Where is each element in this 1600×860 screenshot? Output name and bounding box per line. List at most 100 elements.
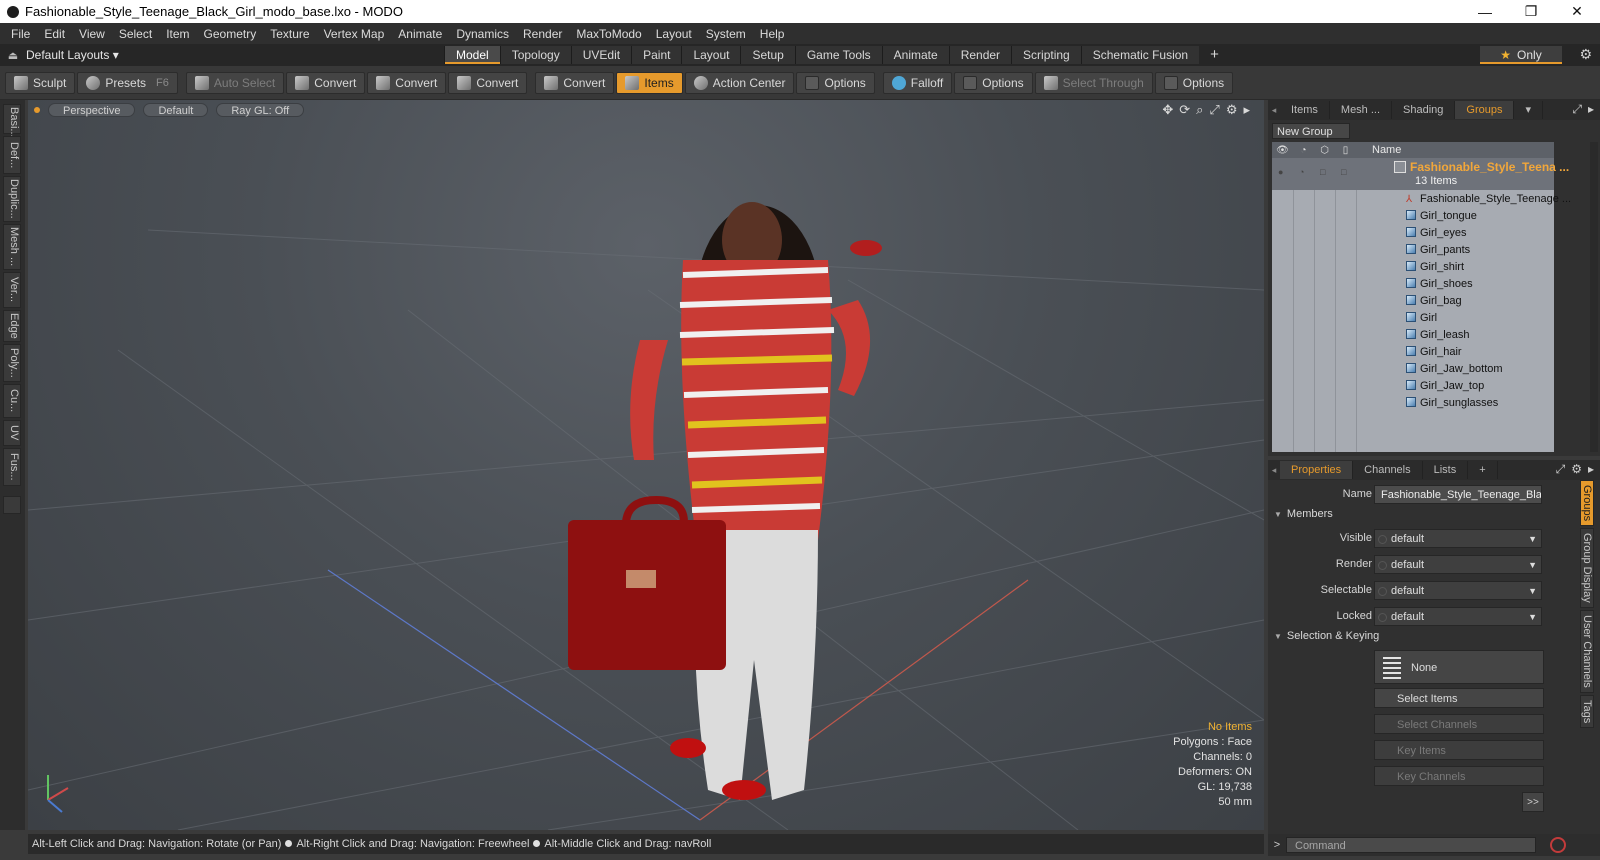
group-row[interactable]: ● ◔ □ □ Fashionable_Style_Teena ... 13 I… [1272,158,1569,190]
gear-icon[interactable]: ⚙ [1579,46,1592,63]
menu-dynamics[interactable]: Dynamics [449,27,516,41]
shading-dropdown[interactable]: Default [143,103,209,117]
3d-viewport[interactable]: Perspective Default Ray GL: Off ✥ ⟳ ⌕ ⤢ … [28,100,1264,830]
tab-groups[interactable]: Groups [1455,101,1515,119]
tab-scripting[interactable]: Scripting [1011,46,1081,64]
fit-icon[interactable]: ⤢ [1209,102,1219,118]
record-macro-icon[interactable] [1550,837,1566,853]
default-layouts-dropdown[interactable]: Default Layouts ▾ [26,48,129,62]
menu-geometry[interactable]: Geometry [197,27,264,41]
tab-mesh-edit[interactable]: Mesh ... [3,224,21,270]
panel-arrow-icon[interactable]: ▸ [1588,102,1594,117]
tab-deform[interactable]: Def... [3,136,21,174]
tab-polygon[interactable]: Poly... [3,344,21,382]
tab-channels[interactable]: Channels [1353,461,1423,479]
key-channels-button[interactable]: Key Channels [1374,766,1544,786]
select-column-icon[interactable]: ⬡ [1314,145,1335,156]
tree-item-girl-jaw-bottom[interactable]: Girl_Jaw_bottom [1272,360,1554,377]
close-button[interactable]: ✕ [1554,0,1600,23]
minimize-button[interactable]: — [1462,0,1508,23]
tab-uvedit[interactable]: UVEdit [570,46,632,64]
menu-view[interactable]: View [72,27,112,41]
menu-item[interactable]: Item [159,27,196,41]
tab-model[interactable]: Model [444,46,500,64]
render-icon[interactable]: ◔ [1299,167,1304,177]
tab-extra-toggle[interactable] [3,496,21,514]
pan-icon[interactable]: ✥ [1162,102,1173,118]
add-panel-tab-button[interactable]: + [1468,461,1498,479]
items-mode-button[interactable]: Items [616,71,683,94]
tree-item-girl-bag[interactable]: Girl_bag [1272,292,1554,309]
menu-select[interactable]: Select [112,27,159,41]
tab-edge[interactable]: Edge [3,310,21,342]
tree-item-girl-sunglasses[interactable]: Girl_sunglasses [1272,394,1554,411]
menu-vertex-map[interactable]: Vertex Map [317,27,392,41]
tree-item-girl[interactable]: Girl [1272,309,1554,326]
panel-arrow-icon[interactable]: ▸ [1588,462,1594,477]
menu-layout[interactable]: Layout [649,27,699,41]
add-tab-button[interactable]: + [1199,46,1230,64]
tab-properties[interactable]: Properties [1280,461,1354,479]
expand-icon[interactable]: ⤢ [1556,462,1566,477]
members-section-header[interactable]: ▼ Members [1274,508,1333,520]
more-button[interactable]: >> [1522,792,1544,812]
lock-column-icon[interactable]: ▯ [1335,145,1356,156]
command-input[interactable]: Command [1286,837,1536,853]
presets-button[interactable]: Presets F6 [77,71,178,94]
expand-icon[interactable]: ⤢ [1572,102,1582,117]
view-type-dropdown[interactable]: Perspective [48,103,136,117]
tree-item-girl-leash[interactable]: Girl_leash [1272,326,1554,343]
select-items-button[interactable]: Select Items [1374,688,1544,708]
tab-schematic-fusion[interactable]: Schematic Fusion [1080,46,1200,64]
tab-paint[interactable]: Paint [631,46,682,64]
panel-tabs-dropdown[interactable]: ▾ [1514,101,1544,119]
render-dropdown[interactable]: default ▼ [1374,554,1542,574]
side-tab-group-display[interactable]: Group Display [1580,528,1594,608]
tab-mesh-ops[interactable]: Mesh ... [1330,101,1393,119]
panel-grip-icon[interactable]: ◂ [1268,465,1280,476]
tree-item-girl-shoes[interactable]: Girl_shoes [1272,275,1554,292]
command-history-chevron-icon[interactable]: > [1268,839,1286,851]
tree-item-girl-hair[interactable]: Girl_hair [1272,343,1554,360]
convert-edges-button[interactable]: Convert [367,71,447,94]
convert-vertices-button[interactable]: Convert [286,71,366,94]
tree-item-girl-tongue[interactable]: Girl_tongue [1272,207,1554,224]
panel-grip-icon[interactable]: ◂ [1268,105,1280,116]
tab-fusion[interactable]: Fus... [3,448,21,486]
action-center-options-button[interactable]: Options [796,71,875,94]
tree-item-girl-shirt[interactable]: Girl_shirt [1272,258,1554,275]
side-tab-tags[interactable]: Tags [1580,694,1594,728]
panel-gear-icon[interactable]: ⚙ [1571,462,1582,477]
visibility-column-icon[interactable]: 👁 [1272,145,1293,156]
only-button[interactable]: ★ Only [1480,46,1562,64]
tab-game-tools[interactable]: Game Tools [794,46,882,64]
tree-item-girl-eyes[interactable]: Girl_eyes [1272,224,1554,241]
select-channels-button[interactable]: Select Channels [1374,714,1544,734]
tab-curve[interactable]: Cu... [3,384,21,418]
new-group-button[interactable]: New Group [1272,123,1350,139]
groups-scrollbar[interactable] [1590,142,1598,452]
locked-dropdown[interactable]: default ▼ [1374,606,1542,626]
key-items-button[interactable]: Key Items [1374,740,1544,760]
falloff-button[interactable]: Falloff [882,71,953,94]
layout-collapse-icon[interactable]: ⏏ [0,49,26,62]
tree-item-girl-jaw-top[interactable]: Girl_Jaw_top [1272,377,1554,394]
tab-vertex[interactable]: Ver... [3,272,21,308]
convert-polygons-button[interactable]: Convert [448,71,528,94]
viewport-menu-icon[interactable] [34,107,40,113]
selection-keying-section-header[interactable]: ▼ Selection & Keying [1274,630,1379,642]
tab-render[interactable]: Render [948,46,1012,64]
select-through-options-button[interactable]: Options [1154,71,1234,94]
select-toggle-icon[interactable]: □ [1320,167,1325,177]
tree-item-girl-pants[interactable]: Girl_pants [1272,241,1554,258]
raygl-dropdown[interactable]: Ray GL: Off [216,103,305,117]
tree-item-root[interactable]: ⅄ Fashionable_Style_Teenage ... [1272,190,1571,207]
tab-shading[interactable]: Shading [1392,101,1456,119]
menu-texture[interactable]: Texture [263,27,316,41]
viewport-settings-icon[interactable]: ⚙ [1226,102,1238,118]
menu-help[interactable]: Help [753,27,792,41]
viewport-expand-icon[interactable]: ▸ [1243,102,1250,118]
convert-materials-button[interactable]: Convert [535,71,615,94]
render-column-icon[interactable]: ◔ [1293,145,1314,156]
visible-dropdown[interactable]: default ▼ [1374,528,1542,548]
